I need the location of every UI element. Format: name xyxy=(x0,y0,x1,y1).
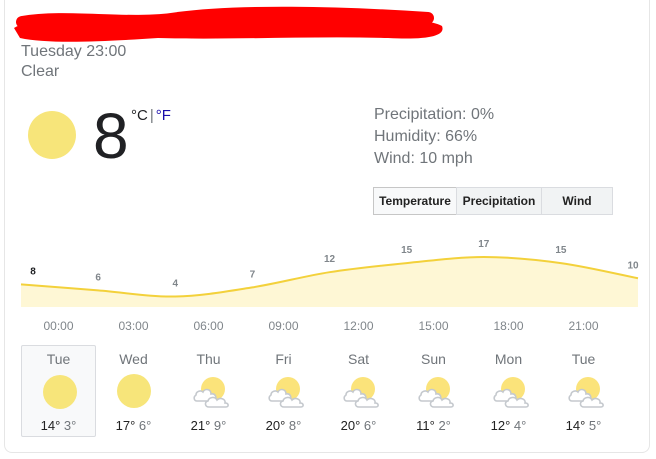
low-temp: 6° xyxy=(138,418,152,433)
temperature-value-label: 6 xyxy=(95,272,101,283)
day-temperatures: 11° 2° xyxy=(396,418,471,433)
time-tick-label: 09:00 xyxy=(268,319,298,333)
forecast-day-1[interactable]: Wed 17° 6° xyxy=(96,345,171,437)
time-tick-label: 18:00 xyxy=(493,319,523,333)
forecast-day-0[interactable]: Tue 14° 3° xyxy=(21,345,96,437)
day-temperatures: 20° 6° xyxy=(321,418,396,433)
partly-cloudy-icon xyxy=(566,373,604,409)
time-tick-label: 06:00 xyxy=(193,319,223,333)
temperature-value-label: 4 xyxy=(172,279,178,290)
day-name: Sun xyxy=(421,351,446,367)
temperature-value-label: 15 xyxy=(555,245,567,256)
day-name: Sat xyxy=(347,351,369,367)
time-tick-label: 03:00 xyxy=(118,319,148,333)
high-temp: 20° xyxy=(340,418,361,433)
day-temperatures: 21° 9° xyxy=(171,418,246,433)
day-name: Tue xyxy=(46,351,71,367)
low-temp: 3° xyxy=(63,418,77,433)
temperature-value-label: 12 xyxy=(324,254,336,265)
high-temp: 14° xyxy=(565,418,586,433)
partly-cloudy-icon xyxy=(266,373,304,409)
low-temp: 9° xyxy=(213,418,227,433)
forecast-day-3[interactable]: Fri 20° 8° xyxy=(246,345,321,437)
temperature-value-label: 15 xyxy=(401,245,413,256)
sun-icon xyxy=(116,373,152,409)
forecast-day-6[interactable]: Mon 12° 4° xyxy=(471,345,546,437)
day-temperatures: 17° 6° xyxy=(96,418,171,433)
forecast-day-2[interactable]: Thu 21° 9° xyxy=(171,345,246,437)
partly-cloudy-icon xyxy=(416,373,454,409)
time-tick-label: 00:00 xyxy=(43,319,73,333)
forecast-day-5[interactable]: Sun 11° 2° xyxy=(396,345,471,437)
day-temperatures: 20° 8° xyxy=(246,418,321,433)
high-temp: 12° xyxy=(490,418,511,433)
daily-forecast: Tue 14° 3° Wed 17° 6° Thu 21° 9° Fri 20° 8° Sat 2… xyxy=(21,345,621,437)
temperature-value-label: 7 xyxy=(250,269,256,280)
day-name: Thu xyxy=(196,351,221,367)
temperature-value-label: 10 xyxy=(627,260,639,271)
day-temperatures: 12° 4° xyxy=(471,418,546,433)
low-temp: 4° xyxy=(513,418,527,433)
high-temp: 17° xyxy=(115,418,136,433)
high-temp: 14° xyxy=(40,418,61,433)
day-temperatures: 14° 3° xyxy=(22,418,95,433)
high-temp: 21° xyxy=(190,418,211,433)
forecast-day-4[interactable]: Sat 20° 6° xyxy=(321,345,396,437)
partly-cloudy-icon xyxy=(191,373,229,409)
day-name: Wed xyxy=(119,351,148,367)
time-tick-label: 21:00 xyxy=(568,319,598,333)
day-name: Fri xyxy=(275,351,292,367)
partly-cloudy-icon xyxy=(341,373,379,409)
time-tick-label: 12:00 xyxy=(343,319,373,333)
low-temp: 5° xyxy=(588,418,602,433)
forecast-day-7[interactable]: Tue 14° 5° xyxy=(546,345,621,437)
day-name: Mon xyxy=(494,351,523,367)
redaction-scribble xyxy=(14,6,443,42)
high-temp: 20° xyxy=(265,418,286,433)
temperature-value-label: 8 xyxy=(30,266,36,277)
partly-cloudy-icon xyxy=(491,373,529,409)
low-temp: 8° xyxy=(288,418,302,433)
low-temp: 6° xyxy=(363,418,377,433)
temperature-value-label: 17 xyxy=(478,239,490,250)
day-temperatures: 14° 5° xyxy=(546,418,621,433)
high-temp: 11° xyxy=(416,418,435,433)
day-name: Tue xyxy=(571,351,596,367)
sun-icon xyxy=(42,374,78,410)
low-temp: 2° xyxy=(438,418,451,433)
time-tick-label: 15:00 xyxy=(418,319,448,333)
